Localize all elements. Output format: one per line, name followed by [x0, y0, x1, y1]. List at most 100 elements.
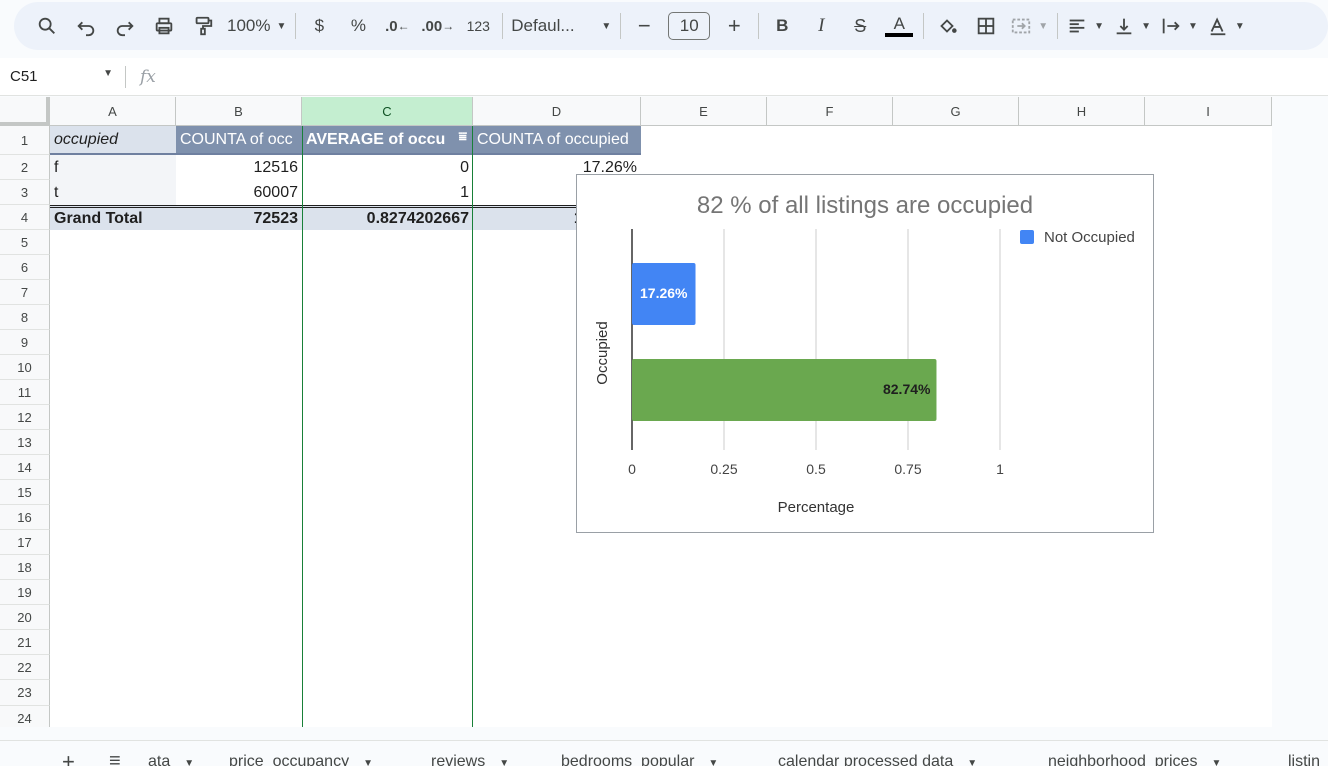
sheet-tab[interactable]: calendar processed data ▼ [778, 753, 977, 766]
toolbar-divider [758, 13, 760, 39]
print-icon[interactable] [149, 10, 179, 42]
pivot-total-cell[interactable]: Grand Total [50, 205, 176, 230]
font-size-decrease-button[interactable]: − [629, 10, 659, 42]
name-box[interactable]: C51 ▼ [0, 68, 125, 85]
pivot-data-cell[interactable]: 1 [302, 180, 473, 205]
undo-icon[interactable] [71, 10, 101, 42]
merge-cells-icon[interactable]: ▼ [1010, 10, 1048, 42]
add-sheet-button[interactable]: + [62, 749, 75, 766]
pivot-total-cell[interactable]: 0.8274202667 [302, 205, 473, 230]
row-header-9[interactable]: 9 [0, 330, 50, 355]
row-header-4[interactable]: 4 [0, 205, 50, 230]
row-header-12[interactable]: 12 [0, 405, 50, 430]
pivot-total-cell[interactable]: 72523 [176, 205, 302, 230]
row-header-19[interactable]: 19 [0, 580, 50, 605]
font-size-input[interactable]: 10 [668, 12, 711, 40]
text-rotation-icon[interactable]: ▼ [1207, 10, 1245, 42]
pivot-header-cell[interactable]: COUNTA of occ [176, 126, 302, 155]
row-header-14[interactable]: 14 [0, 455, 50, 480]
strikethrough-button[interactable]: S [845, 10, 875, 42]
pivot-header-cell[interactable]: AVERAGE of occu ⩸ [302, 126, 473, 155]
formula-input[interactable] [156, 62, 1328, 92]
formula-bar: C51 ▼ fx [0, 58, 1328, 96]
row-header-15[interactable]: 15 [0, 480, 50, 505]
horizontal-align-icon[interactable]: ▼ [1066, 10, 1104, 42]
row-header-18[interactable]: 18 [0, 555, 50, 580]
borders-icon[interactable] [971, 10, 1001, 42]
column-header-b[interactable]: B [176, 97, 302, 126]
row-header-3[interactable]: 3 [0, 180, 50, 205]
pivot-data-cell[interactable]: 0 [302, 155, 473, 180]
occupancy-chart[interactable]: 82 % of all listings are occupied 0 0.25 0.… [576, 174, 1154, 533]
increase-decimal-label: .00 [421, 17, 443, 35]
text-color-button[interactable]: A [884, 10, 914, 42]
sheet-tab-label: listin [1288, 753, 1321, 766]
cell-reference: C51 [10, 68, 38, 85]
pivot-data-cell[interactable]: 60007 [176, 180, 302, 205]
column-header-i[interactable]: I [1145, 97, 1272, 126]
increase-decimal-button[interactable]: .00 → [421, 10, 454, 42]
column-header-e[interactable]: E [641, 97, 767, 126]
row-header-22[interactable]: 22 [0, 655, 50, 680]
paint-format-icon[interactable] [188, 10, 218, 42]
sheet-tab[interactable]: neighborhood_prices ▼ [1048, 753, 1221, 766]
row-header-7[interactable]: 7 [0, 280, 50, 305]
pivot-data-cell[interactable]: t [50, 180, 176, 205]
sheet-tab[interactable]: reviews ▼ [431, 753, 509, 766]
row-header-1[interactable]: 1 [0, 126, 50, 155]
row-header-6[interactable]: 6 [0, 255, 50, 280]
select-all-corner[interactable] [0, 97, 50, 126]
pivot-data-cell[interactable]: 12516 [176, 155, 302, 180]
row-header-23[interactable]: 23 [0, 680, 50, 706]
sheet-tab-bar: + ≡ ata ▼ price_occupancy ▼ reviews ▼ bedrooms… [0, 740, 1328, 766]
column-header-f[interactable]: F [767, 97, 893, 126]
sheet-tab[interactable]: ata ▼ [148, 753, 194, 766]
pivot-header-cell[interactable]: COUNTA of occupied [473, 126, 641, 155]
row-header-2[interactable]: 2 [0, 155, 50, 180]
sheet-tab[interactable]: price_occupancy ▼ [229, 753, 373, 766]
search-icon[interactable] [32, 10, 62, 42]
row-header-8[interactable]: 8 [0, 305, 50, 330]
all-sheets-menu-icon[interactable]: ≡ [109, 750, 121, 766]
sheet-tab[interactable]: listin [1288, 753, 1320, 766]
pivot-data-cell[interactable]: f [50, 155, 176, 180]
toolbar: 100% ▼ $ % .0 ← .00 → 123 Defaul... ▼ − 10 +… [14, 2, 1328, 50]
decrease-decimal-button[interactable]: .0 ← [382, 10, 412, 42]
currency-format-button[interactable]: $ [304, 10, 334, 42]
row-header-21[interactable]: 21 [0, 630, 50, 655]
sheet-tab[interactable]: bedrooms_popular ▼ [561, 753, 718, 766]
column-header-c[interactable]: C [302, 97, 473, 126]
toolbar-divider [1057, 13, 1059, 39]
row-header-20[interactable]: 20 [0, 605, 50, 630]
y-axis-title: Occupied [594, 321, 611, 384]
text-wrap-icon[interactable]: ▼ [1160, 10, 1198, 42]
row-header-17[interactable]: 17 [0, 530, 50, 555]
chevron-down-icon: ▼ [708, 758, 719, 766]
fill-color-icon[interactable] [932, 10, 962, 42]
chart-title: 82 % of all listings are occupied [697, 192, 1033, 219]
vertical-align-icon[interactable]: ▼ [1113, 10, 1151, 42]
pivot-header-cell[interactable]: occupied [50, 126, 176, 155]
font-select[interactable]: Defaul... ▼ [511, 10, 611, 42]
row-header-10[interactable]: 10 [0, 355, 50, 380]
column-header-h[interactable]: H [1019, 97, 1145, 126]
text-color-swatch [885, 33, 914, 37]
column-header-g[interactable]: G [893, 97, 1019, 126]
number-format-button[interactable]: 123 [463, 10, 493, 42]
redo-icon[interactable] [110, 10, 140, 42]
chevron-down-icon: ▼ [967, 758, 978, 766]
row-header-24[interactable]: 24 [0, 706, 50, 727]
zoom-select[interactable]: 100% ▼ [227, 10, 286, 42]
legend-label: Not Occupied [1044, 229, 1135, 246]
bold-button[interactable]: B [767, 10, 797, 42]
column-header-a[interactable]: A [50, 97, 176, 126]
percent-format-button[interactable]: % [343, 10, 373, 42]
row-header-13[interactable]: 13 [0, 430, 50, 455]
row-header-5[interactable]: 5 [0, 230, 50, 255]
row-header-16[interactable]: 16 [0, 505, 50, 530]
filter-icon[interactable]: ⩸ [458, 128, 467, 145]
italic-button[interactable]: I [806, 10, 836, 42]
font-size-increase-button[interactable]: + [719, 10, 749, 42]
column-header-d[interactable]: D [473, 97, 641, 126]
row-header-11[interactable]: 11 [0, 380, 50, 405]
